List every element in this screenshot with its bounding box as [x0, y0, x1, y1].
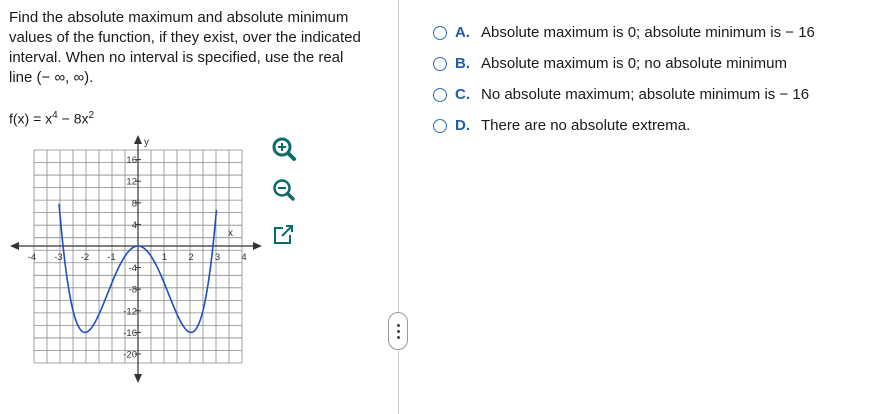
- y-tick-label: -12: [123, 306, 137, 317]
- radio-b[interactable]: [433, 56, 447, 71]
- y-tick-label: -8: [129, 285, 137, 296]
- option-text: No absolute maximum; absolute minimum is…: [481, 86, 810, 103]
- option-d[interactable]: D. There are no absolute extrema.: [433, 110, 815, 141]
- radio-d[interactable]: [433, 118, 447, 133]
- y-tick-label: 12: [126, 177, 137, 188]
- function-middle: − 8x: [57, 110, 89, 127]
- panel-resize-handle[interactable]: [388, 312, 408, 350]
- x-axis-arrow-right: [253, 242, 262, 250]
- x-tick-label: -3: [54, 252, 62, 263]
- y-tick-label: -16: [123, 328, 137, 339]
- zoom-out-button[interactable]: [271, 177, 297, 203]
- option-text: Absolute maximum is 0; absolute minimum …: [481, 24, 815, 41]
- option-c[interactable]: C. No absolute maximum; absolute minimum…: [433, 79, 815, 110]
- function-lhs: f(x) = x: [9, 110, 53, 127]
- x-tick-label: -2: [81, 252, 89, 263]
- zoom-out-icon: [273, 179, 295, 201]
- x-tick-label: 4: [241, 252, 246, 263]
- option-b[interactable]: B. Absolute maximum is 0; no absolute mi…: [433, 48, 815, 79]
- radio-a[interactable]: [433, 25, 447, 40]
- x-tick-label: 1: [162, 252, 167, 263]
- answer-options: A. Absolute maximum is 0; absolute minim…: [433, 17, 815, 141]
- option-a[interactable]: A. Absolute maximum is 0; absolute minim…: [433, 17, 815, 48]
- new-window-icon: [274, 225, 294, 244]
- function-graph: xy-4 -3 -2 -1 1 2 3 4161284-4-8-12-16-20: [10, 135, 262, 383]
- zoom-in-icon: [272, 137, 296, 161]
- x-tick-label: 2: [188, 252, 193, 263]
- zoom-in-button[interactable]: [271, 136, 297, 162]
- option-letter: B.: [455, 55, 470, 72]
- open-new-window-button[interactable]: [271, 222, 297, 248]
- y-tick-label: 4: [132, 220, 137, 231]
- y-tick-label: -4: [129, 263, 137, 274]
- x-axis-arrow-left: [10, 242, 19, 250]
- function-exponent-2: 2: [88, 110, 95, 121]
- y-tick-label: 8: [132, 198, 137, 209]
- option-text: Absolute maximum is 0; no absolute minim…: [481, 55, 787, 72]
- x-tick-label: -4: [28, 252, 36, 263]
- panel-divider: [398, 0, 399, 414]
- option-letter: A.: [455, 24, 470, 41]
- option-letter: D.: [455, 117, 470, 134]
- y-tick-label: 16: [126, 155, 137, 166]
- y-axis-label: y: [144, 137, 149, 148]
- y-tick-label: -20: [123, 350, 137, 361]
- option-letter: C.: [455, 86, 470, 103]
- x-axis-label: x: [228, 228, 233, 239]
- question-text: Find the absolute maximum and absolute m…: [9, 9, 361, 86]
- y-axis-arrow-up: [134, 135, 142, 144]
- x-tick-label: 3: [215, 252, 220, 263]
- option-text: There are no absolute extrema.: [481, 117, 691, 134]
- x-tick-label: -1: [107, 252, 115, 263]
- function-definition: f(x) = x4 − 8x2: [9, 110, 94, 127]
- radio-c[interactable]: [433, 87, 447, 102]
- y-axis-arrow-down: [134, 374, 142, 383]
